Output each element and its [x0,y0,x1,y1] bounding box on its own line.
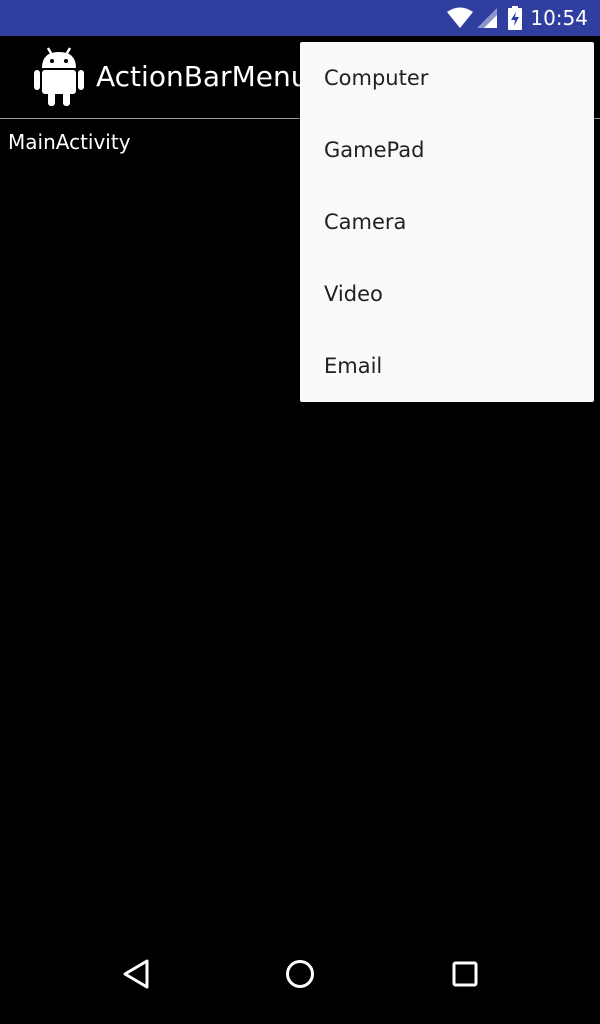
menu-item-camera[interactable]: Camera [300,186,594,258]
android-robot-icon [34,46,84,110]
recents-icon [452,961,478,991]
status-bar: 10:54 [0,0,600,36]
menu-item-email[interactable]: Email [300,330,594,402]
menu-item-computer[interactable]: Computer [300,42,594,114]
menu-item-video[interactable]: Video [300,258,594,330]
overflow-menu: Computer GamePad Camera Video Email [300,42,594,402]
cell-signal-icon [476,7,498,29]
menu-item-label: Camera [324,210,407,234]
battery-charging-icon [508,6,523,30]
menu-item-label: Video [324,282,383,306]
app-title: ActionBarMenu [96,60,309,93]
navigation-bar [0,928,600,1024]
main-activity-text: MainActivity [8,130,131,154]
device-screen: 10:54 ActionBarMenu MainActivity Compute… [0,0,600,1024]
menu-item-label: Computer [324,66,429,90]
back-icon [122,959,150,993]
home-button[interactable] [276,952,324,1000]
status-icons: 10:54 [446,0,588,36]
back-button[interactable] [112,952,160,1000]
menu-item-gamepad[interactable]: GamePad [300,114,594,186]
menu-item-label: Email [324,354,383,378]
recents-button[interactable] [441,952,489,1000]
home-icon [285,959,315,993]
wifi-icon [446,7,474,29]
menu-item-label: GamePad [324,138,425,162]
status-clock: 10:54 [530,6,588,30]
